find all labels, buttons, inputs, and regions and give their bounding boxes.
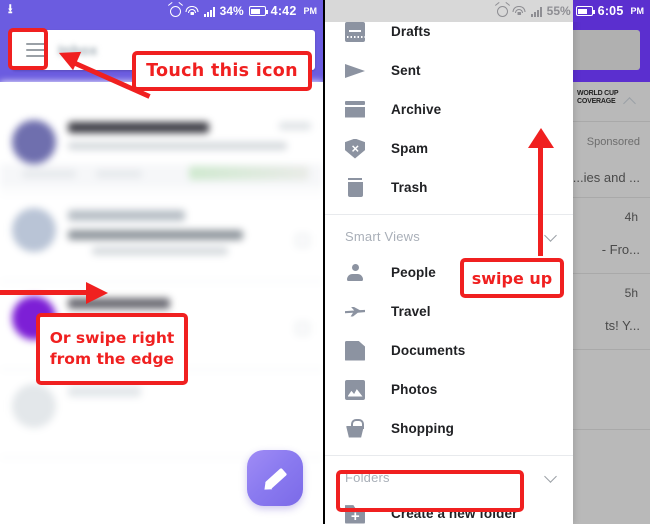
compose-pencil-icon (262, 465, 288, 491)
left-status-bar: ⭳ 34% 4:42 PM (0, 0, 323, 22)
drawer-item-label: Documents (391, 343, 466, 358)
sponsored-label: Sponsored (586, 136, 640, 148)
drawer-item-label: Archive (391, 102, 442, 117)
shopping-bag-icon (345, 419, 365, 439)
archive-icon (345, 100, 365, 120)
annotation-swipe-up: swipe up (460, 258, 564, 298)
drawer-item-photos[interactable]: Photos (325, 370, 573, 409)
download-icon: ⭳ (8, 1, 13, 16)
chevron-down-icon[interactable] (546, 472, 557, 483)
clock-time: 4:42 (270, 4, 297, 18)
sponsored-snippet: ...ies and ... (572, 170, 640, 185)
battery-icon (248, 6, 268, 16)
drawer-item-label: Travel (391, 304, 431, 319)
compose-fab-button[interactable] (247, 450, 303, 506)
drawer-item-label: Shopping (391, 421, 455, 436)
list-item[interactable] (0, 106, 323, 194)
arrow-to-hamburger (52, 40, 151, 99)
signal-icon (530, 6, 542, 17)
drawer-divider (325, 455, 573, 456)
drawer-item-label: Trash (391, 180, 428, 195)
annotation-or-swipe-right: Or swipe right from the edge (36, 313, 188, 385)
spam-icon (345, 138, 365, 159)
annotation-line-1: Or swipe right (49, 329, 175, 347)
people-icon (345, 263, 365, 283)
drawer-item-shopping[interactable]: Shopping (325, 409, 573, 448)
photos-icon (345, 379, 365, 400)
email-timestamp: 5h (624, 286, 638, 300)
trash-icon (345, 177, 365, 198)
sent-icon (345, 61, 365, 81)
drawer-item-label: Photos (391, 382, 438, 397)
world-cup-line-2: COVERAGE (577, 98, 616, 105)
annotation-touch-this-icon: Touch this icon (132, 51, 312, 91)
highlight-box-hamburger (8, 28, 48, 70)
battery-percent-label: 34% (219, 4, 244, 18)
drawer-item-sent[interactable]: Sent (325, 51, 573, 90)
drafts-icon (345, 21, 365, 42)
list-item[interactable] (0, 194, 323, 282)
email-timestamp: 4h (624, 210, 638, 224)
alarm-icon (496, 5, 508, 17)
drawer-item-label: Sent (391, 63, 421, 78)
highlight-box-create-new-folder (336, 470, 524, 512)
alarm-icon (169, 5, 181, 17)
signal-icon (203, 6, 215, 17)
arrow-swipe-right (0, 282, 120, 304)
clock-ampm: PM (303, 6, 318, 16)
section-header-label: Smart Views (345, 228, 420, 244)
left-phone-screenshot: ⭳ 34% 4:42 PM Inbox Touch this icon Or s… (0, 0, 325, 524)
email-snippet: - Fro... (601, 242, 640, 257)
clock-ampm: PM (630, 6, 645, 16)
battery-icon (575, 6, 595, 16)
right-status-bar: 55% 6:05 PM (325, 0, 650, 22)
drawer-item-documents[interactable]: Documents (325, 331, 573, 370)
wifi-icon (512, 6, 526, 16)
arrow-swipe-up (528, 128, 554, 256)
documents-icon (345, 340, 365, 361)
battery-percent-label: 55% (546, 4, 571, 18)
screenshot-root: ⭳ 34% 4:42 PM Inbox Touch this icon Or s… (0, 0, 650, 524)
clock-time: 6:05 (597, 4, 624, 18)
drawer-item-label: Drafts (391, 24, 431, 39)
travel-airplane-icon (345, 302, 365, 322)
drawer-item-label: People (391, 265, 436, 280)
annotation-line-2: from the edge (49, 350, 175, 368)
world-cup-line-1: WORLD CUP (577, 90, 619, 97)
drawer-item-archive[interactable]: Archive (325, 90, 573, 129)
drawer-item-label: Spam (391, 141, 429, 156)
email-snippet: ts! Y... (605, 318, 640, 333)
chevron-up-icon[interactable] (625, 97, 636, 108)
wifi-icon (185, 6, 199, 16)
